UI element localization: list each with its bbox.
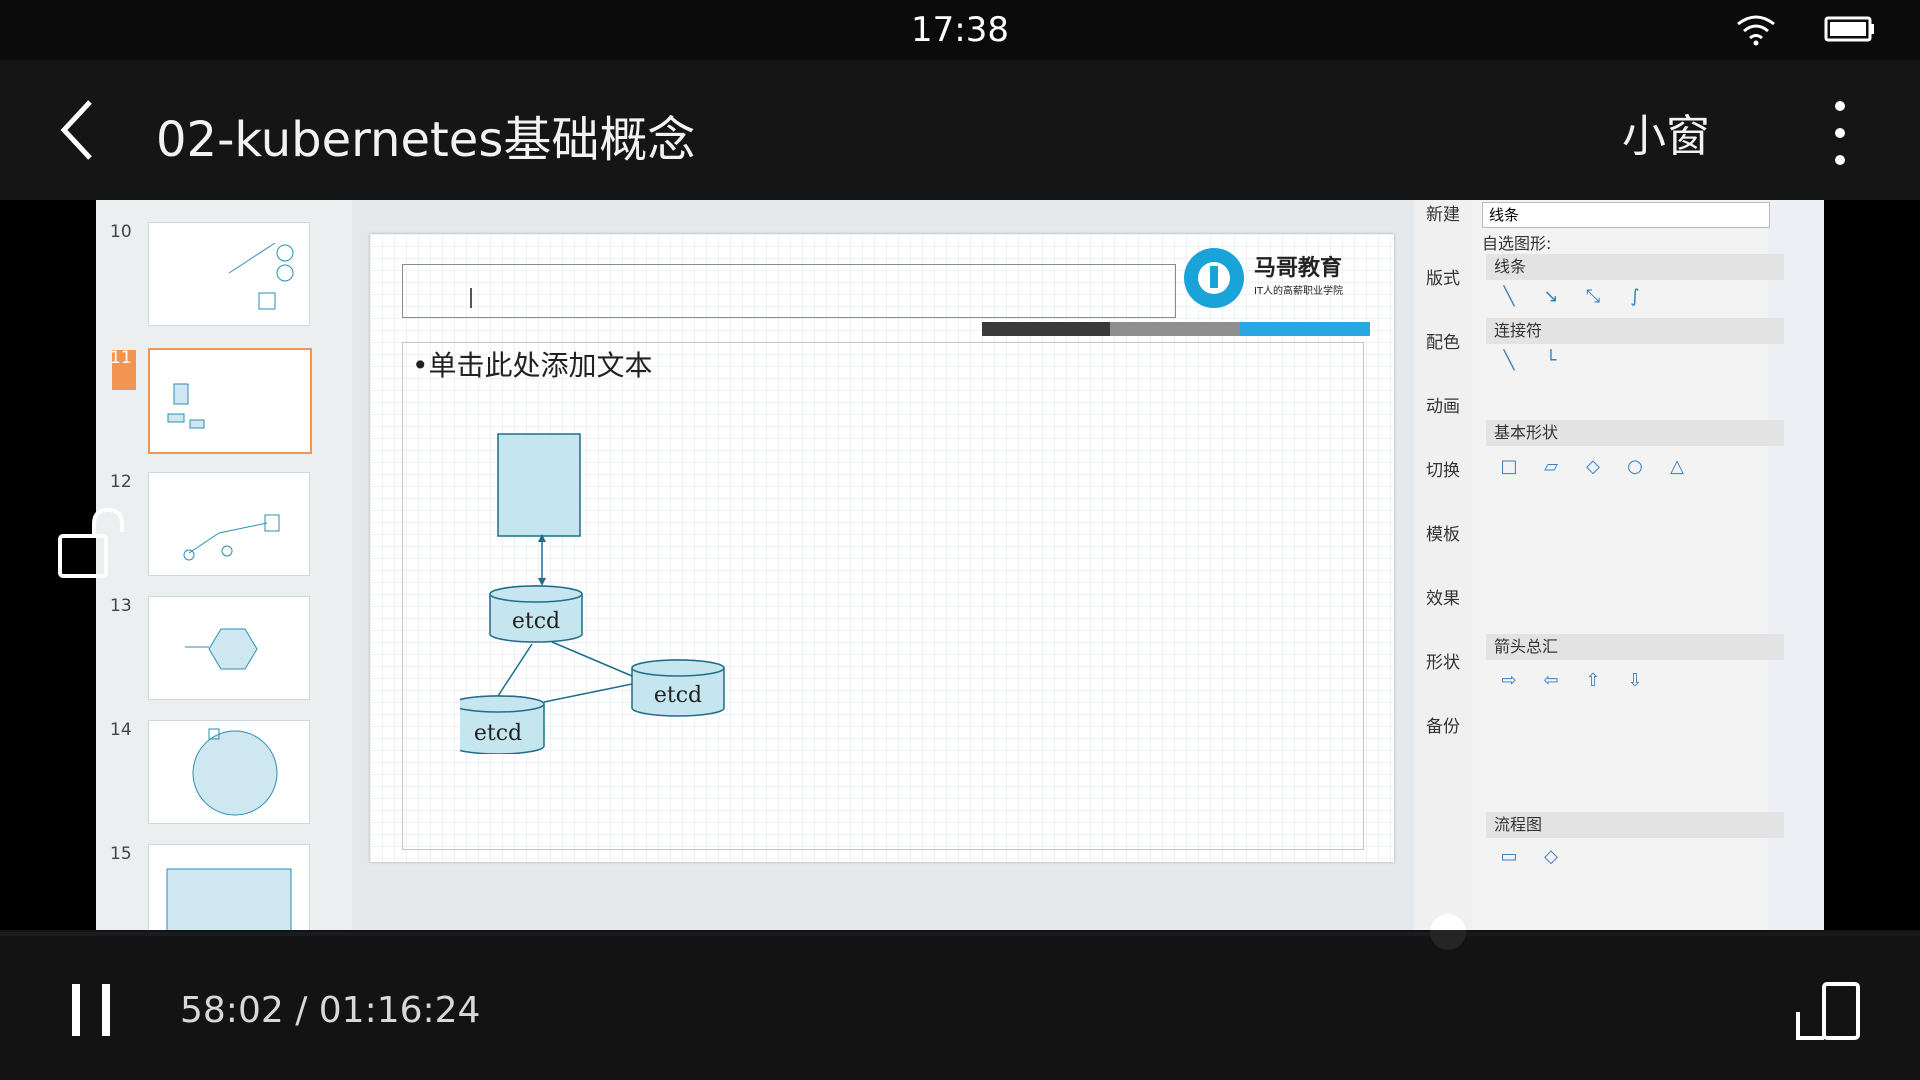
etcd-label: etcd [654,683,702,708]
shape-decision-icon[interactable]: ◇ [1540,846,1562,868]
sidebar-effect-button[interactable]: 效果 [1414,584,1472,644]
text-cursor [470,288,472,308]
shape-connector-icon[interactable]: ╲ [1498,350,1520,372]
player-bottom-bar: 58:02 / 01:16:24 [0,930,1920,1080]
player-top-bar: 02-kubernetes基础概念 小窗 [0,60,1920,200]
back-arrow-icon[interactable] [56,98,96,162]
slide-number: 10 [110,222,132,242]
shape-down-arrow-icon[interactable]: ⇩ [1624,670,1646,692]
title-placeholder[interactable] [402,264,1176,318]
shape-arrow-line-icon[interactable]: ↘ [1540,286,1562,308]
slide-thumbnail-selected[interactable] [148,348,312,454]
shape-up-arrow-icon[interactable]: ⇧ [1582,670,1604,692]
shape-left-arrow-icon[interactable]: ⇦ [1540,670,1562,692]
slide-number: 13 [110,596,132,616]
shape-double-arrow-icon[interactable]: ⤡ [1582,286,1604,308]
task-sidebar: 新建 版式 配色 动画 切换 模板 效果 形状 备份 [1414,200,1472,930]
slide-thumbnail[interactable] [148,844,310,930]
shape-elbow-connector-icon[interactable]: └ [1540,350,1562,372]
sidebar-layout-button[interactable]: 版式 [1414,264,1472,324]
rotate-screen-icon[interactable] [1794,982,1866,1044]
position-dropdown[interactable]: 线条 [1482,202,1770,228]
shape-line-icon[interactable]: ╲ [1498,286,1520,308]
section-block-arrows[interactable]: 箭头总汇 [1486,634,1784,660]
header-bar-gray [1110,322,1240,336]
status-clock: 17:38 [911,10,1009,50]
etcd-label: etcd [474,721,522,746]
slide-thumbnail[interactable] [148,222,310,326]
shape-circle-icon[interactable]: ○ [1624,456,1646,478]
etcd-diagram: etcd etcd etcd [460,433,725,754]
slide-number: 14 [110,720,132,740]
shape-diamond-icon[interactable]: ◇ [1582,456,1604,478]
video-frame: 10 11 12 13 14 15 马哥教育 IT人的高薪职业学院 •单击此处添… [96,200,1824,930]
shape-parallelogram-icon[interactable]: ▱ [1540,456,1562,478]
shape-right-arrow-icon[interactable]: ⇨ [1498,670,1520,692]
shape-curve-icon[interactable]: ∫ [1624,286,1646,308]
pause-icon[interactable] [68,980,116,1040]
time-display: 58:02 / 01:16:24 [180,990,481,1031]
video-title: 02-kubernetes基础概念 [156,112,696,168]
status-bar: 17:38 [0,0,1920,60]
sidebar-transition-button[interactable]: 切换 [1414,456,1472,516]
section-flowchart[interactable]: 流程图 [1486,812,1784,838]
header-bar-dark [982,322,1110,336]
more-options-icon[interactable] [1828,96,1852,170]
slide-number: 11 [110,348,132,368]
body-placeholder-text: •单击此处添加文本 [412,349,653,382]
slide-thumbnail[interactable] [148,472,310,576]
logo-subtext: IT人的高薪职业学院 [1254,286,1344,297]
autoshapes-pane: 线条 自选图形: 线条 连接符 基本形状 箭头总汇 流程图 ╲ ↘ ⤡ ∫ ╲ … [1472,200,1784,930]
sidebar-color-button[interactable]: 配色 [1414,328,1472,388]
sidebar-new-button[interactable]: 新建 [1414,200,1472,260]
section-basic-shapes[interactable]: 基本形状 [1486,420,1784,446]
lock-open-icon[interactable] [56,506,132,580]
autoshapes-label: 自选图形: [1482,234,1552,253]
section-connectors[interactable]: 连接符 [1486,318,1784,344]
shape-rectangle-icon[interactable]: □ [1498,456,1520,478]
sidebar-backup-button[interactable]: 备份 [1414,712,1472,772]
shape-process-icon[interactable]: ▭ [1498,846,1520,868]
slide-thumbnail[interactable] [148,596,310,700]
logo-text: 马哥教育 [1254,256,1343,281]
slide-canvas[interactable]: 马哥教育 IT人的高薪职业学院 •单击此处添加文本 etcd etcd etcd [370,234,1394,862]
slide-thumbnail[interactable] [148,720,310,824]
mage-logo-icon [1184,248,1244,308]
slide-number: 12 [110,472,132,492]
header-bar-blue [1240,322,1370,336]
small-window-button[interactable]: 小窗 [1622,100,1710,164]
slide-thumbnail-pane: 10 11 12 13 14 15 [96,200,344,930]
battery-icon [1824,16,1874,42]
shape-triangle-icon[interactable]: △ [1666,456,1688,478]
etcd-label: etcd [512,609,560,634]
section-lines[interactable]: 线条 [1486,254,1784,280]
slide-number: 15 [110,844,132,864]
wifi-icon [1737,15,1775,46]
sidebar-shape-button[interactable]: 形状 [1414,648,1472,708]
slide-editor-area: 马哥教育 IT人的高薪职业学院 •单击此处添加文本 etcd etcd etcd [352,200,1502,930]
sidebar-template-button[interactable]: 模板 [1414,520,1472,580]
sidebar-animation-button[interactable]: 动画 [1414,392,1472,452]
